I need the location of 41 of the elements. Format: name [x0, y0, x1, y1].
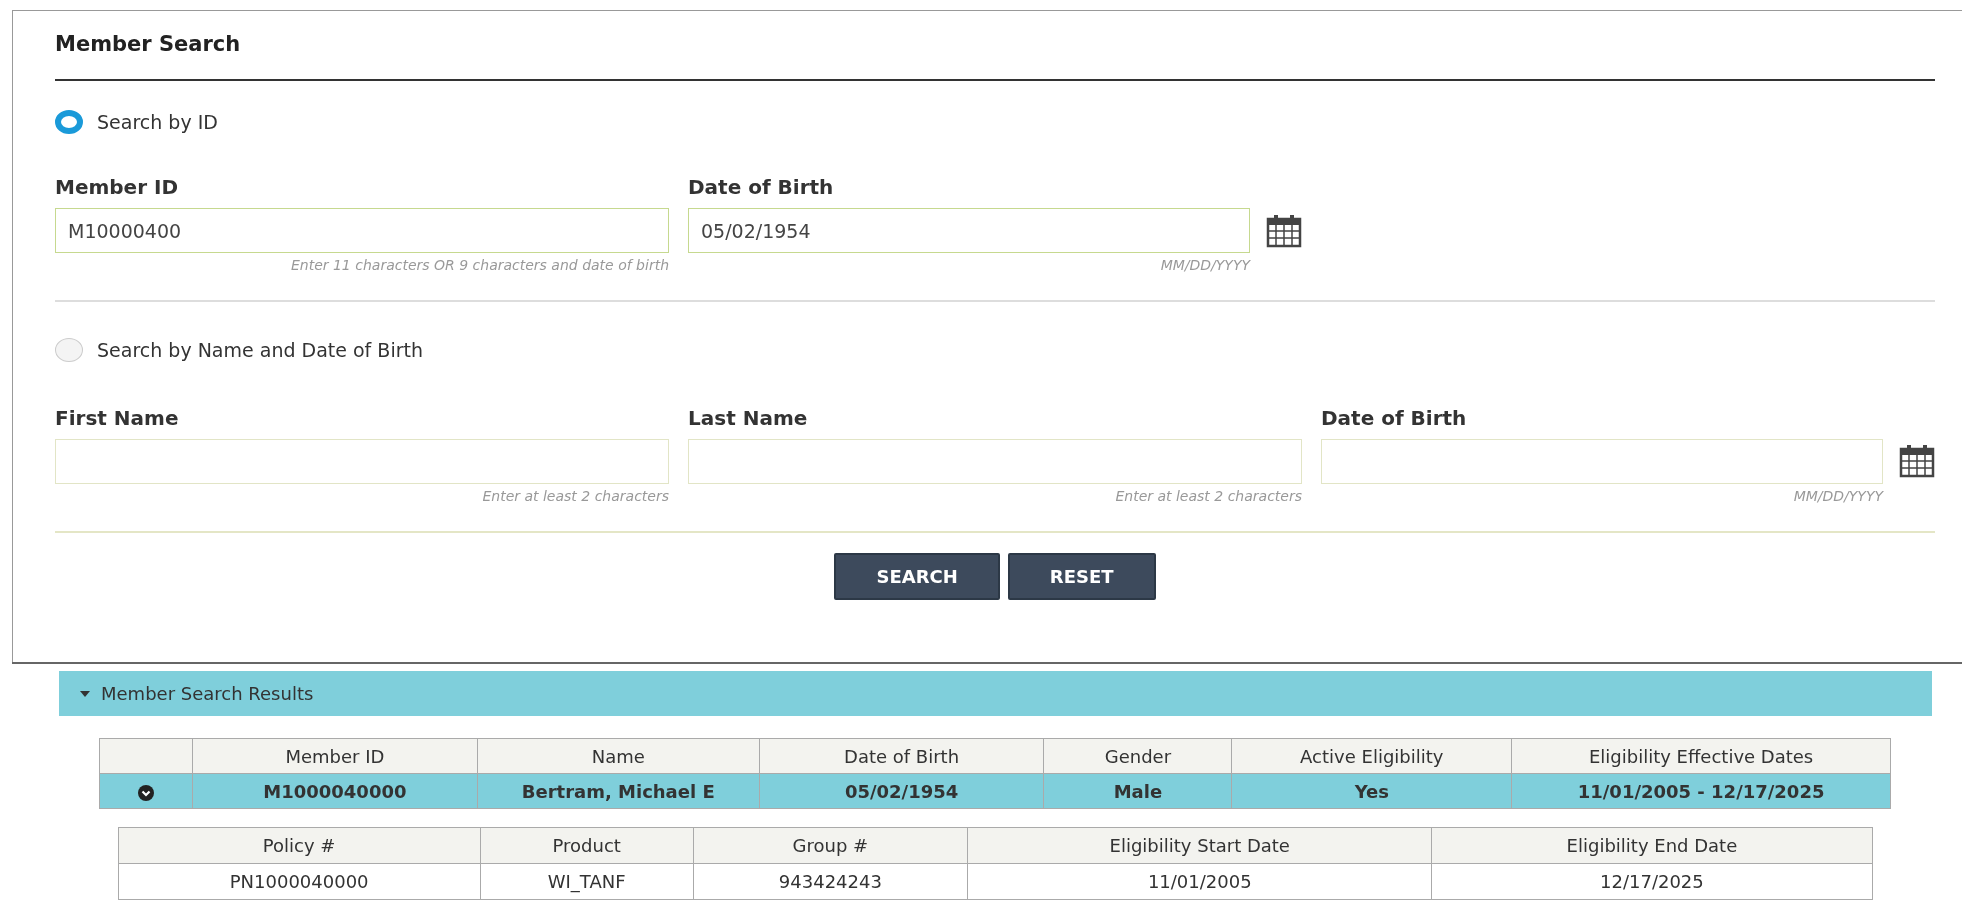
table-cell: 05/02/1954: [759, 773, 1044, 809]
field-label: Date of Birth: [688, 174, 835, 201]
date-field[interactable]: 05/02/1954: [688, 208, 1250, 253]
radio-label: Search by ID: [97, 109, 218, 135]
column-header: Gender: [1044, 738, 1232, 774]
field-hint: Enter at least 2 characters: [481, 486, 669, 506]
results-title: Member Search Results: [101, 682, 314, 706]
table-cell: 11/01/2005 - 12/17/2025: [1511, 773, 1891, 809]
column-header: Active Eligibility: [1231, 738, 1512, 774]
table-cell: Bertram, Michael E: [477, 773, 760, 809]
table-cell: M1000040000: [192, 773, 478, 809]
results-header[interactable]: Member Search Results: [59, 671, 1932, 716]
table-cell: 11/01/2005: [967, 863, 1432, 900]
table-cell: WI_TANF: [480, 863, 694, 900]
input-field[interactable]: M10000400: [55, 208, 669, 253]
column-header: Eligibility Effective Dates: [1511, 738, 1891, 774]
action-button[interactable]: SEARCH: [834, 552, 1000, 600]
action-button[interactable]: RESET: [1007, 552, 1156, 600]
column-header: Date of Birth: [759, 738, 1044, 774]
column-header: Eligibility End Date: [1431, 827, 1872, 864]
field-hint: Enter at least 2 characters: [1114, 486, 1302, 506]
table-cell: Yes: [1231, 773, 1512, 809]
field-hint: MM/DD/YYYY: [1792, 486, 1883, 506]
page-title: Member Search: [55, 11, 1935, 81]
field-label: Date of Birth: [1321, 404, 1468, 432]
table-cell: 12/17/2025: [1431, 863, 1872, 900]
table-cell: PN1000040000: [118, 863, 481, 900]
table-cell: Male: [1044, 773, 1232, 809]
column-header: Product: [480, 827, 694, 864]
table-cell: 943424243: [693, 863, 968, 900]
column-header: Member ID: [192, 738, 478, 774]
column-header: Policy #: [118, 827, 481, 864]
field-hint: Enter 11 characters OR 9 characters and date of birth: [289, 256, 669, 275]
field-hint: MM/DD/YYYY: [1159, 256, 1250, 275]
radio-label: Search by Name and Date of Birth: [97, 338, 423, 363]
column-header: Eligibility Start Date: [967, 827, 1432, 864]
field-label: Member ID: [55, 174, 180, 201]
column-header: Name: [477, 738, 760, 774]
column-header: Group #: [693, 827, 968, 864]
field-label: Last Name: [688, 404, 809, 432]
field-label: First Name: [55, 404, 180, 432]
